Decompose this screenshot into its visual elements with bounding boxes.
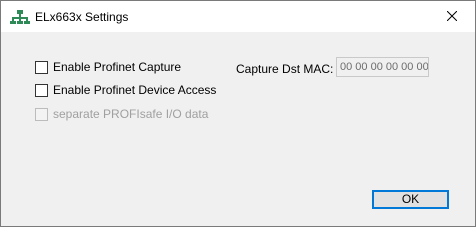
- capture-dst-mac-field: 00 00 00 00 00 00: [336, 57, 429, 77]
- enable-device-access-label[interactable]: Enable Profinet Device Access: [53, 83, 216, 97]
- enable-profinet-capture-option[interactable]: Enable Profinet Capture: [35, 60, 181, 74]
- capture-dst-mac-label: Capture Dst MAC:: [236, 62, 334, 76]
- separate-profisafe-label: separate PROFIsafe I/O data: [53, 107, 209, 121]
- ok-button[interactable]: OK: [372, 190, 449, 209]
- enable-profinet-capture-checkbox[interactable]: [35, 60, 48, 74]
- dialog-client-area: Enable Profinet Capture Enable Profinet …: [1, 32, 475, 226]
- network-tree-icon: [10, 9, 30, 25]
- enable-profinet-capture-label[interactable]: Enable Profinet Capture: [53, 60, 181, 74]
- settings-dialog: ELx663x Settings Enable Profinet Capture…: [0, 0, 476, 227]
- close-icon: [446, 8, 458, 26]
- enable-device-access-option[interactable]: Enable Profinet Device Access: [35, 83, 216, 97]
- title-bar[interactable]: ELx663x Settings: [1, 1, 475, 32]
- close-button[interactable]: [429, 1, 475, 32]
- separate-profisafe-checkbox: [35, 107, 48, 121]
- enable-device-access-checkbox[interactable]: [35, 83, 48, 97]
- separate-profisafe-option: separate PROFIsafe I/O data: [35, 107, 208, 121]
- window-title: ELx663x Settings: [35, 10, 129, 24]
